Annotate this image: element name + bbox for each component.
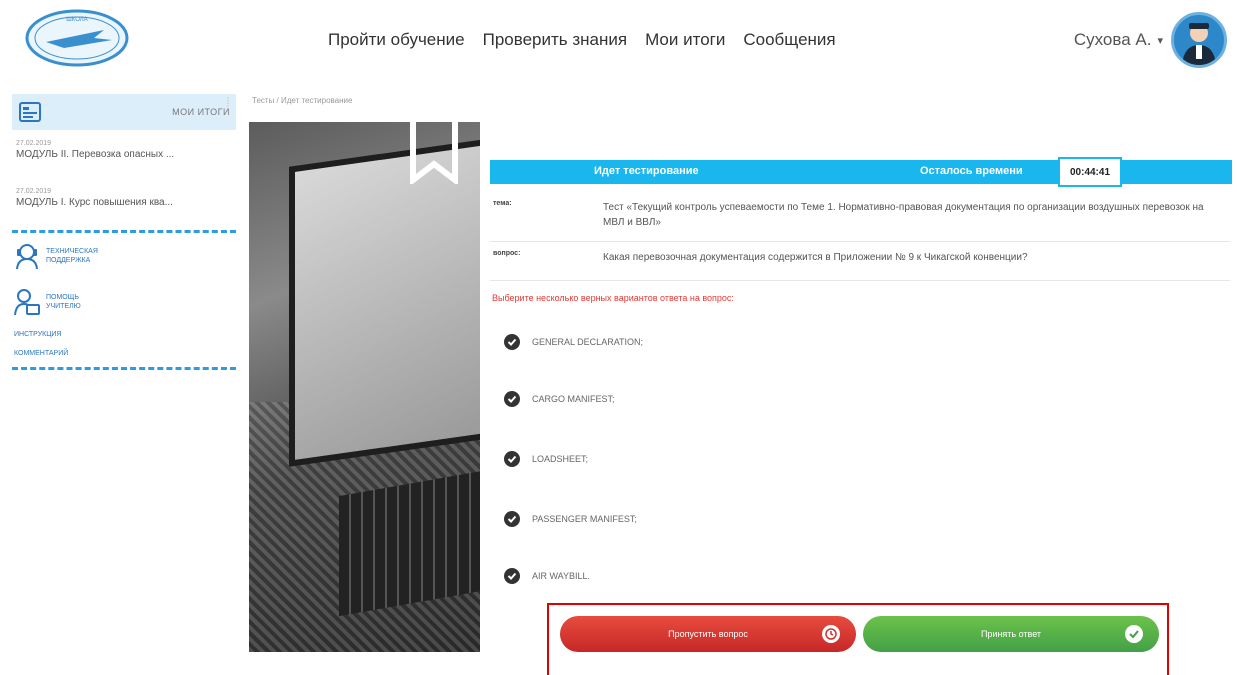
list-item[interactable]: 27.02.2019 МОДУЛЬ I. Курс повышения ква.… [12,178,236,226]
headset-icon [16,244,38,270]
scroll-handle[interactable]: ⋮ ⋮ [224,97,232,113]
svg-text:ШКОЛА: ШКОЛА [66,17,87,23]
breadcrumb[interactable]: Тесты / Идет тестирование [252,96,352,105]
divider [490,241,1230,242]
theme-row: тема: Тест «Текущий контроль успеваемост… [493,200,1223,236]
sidebar-link-tech-support[interactable]: ТЕХНИЧЕСКАЯ ПОДДЕРЖКА [12,233,236,279]
checkbox-check-icon[interactable] [504,334,520,350]
option-label[interactable]: CARGO MANIFEST; [532,394,615,404]
divider [12,367,236,370]
user-menu[interactable]: Сухова А. ▾ [1074,12,1227,68]
option-label[interactable]: AIR WAYBILL. [532,571,590,581]
item-date: 27.02.2019 [16,188,52,195]
list-item[interactable]: 27.02.2019 МОДУЛЬ II. Перевозка опасных … [12,130,236,178]
checkbox-check-icon[interactable] [504,451,520,467]
bookmark-icon [410,122,458,184]
instruction: Выберите несколько верных вариантов отве… [492,293,734,303]
divider [490,280,1230,281]
option-label[interactable]: LOADSHEET; [532,454,588,464]
header: ШКОЛА Пройти обучение Проверить знания М… [0,0,1237,80]
item-date: 27.02.2019 [16,140,52,147]
sidebar: МОИ ИТОГИ ⋮ ⋮ 27.02.2019 МОДУЛЬ II. Перев… [12,94,236,370]
timer: 00:44:41 [1058,157,1122,187]
laptop-photo [249,122,480,652]
item-title: МОДУЛЬ I. Курс повышения ква... [16,197,173,208]
question-value: Какая перевозочная документация содержит… [603,252,1028,263]
pilot-avatar-icon [1182,23,1216,65]
teacher-icon [14,289,40,316]
school-logo[interactable]: ШКОЛА [24,8,130,68]
link-label-line2: УЧИТЕЛЮ [46,303,81,310]
checkbox-check-icon[interactable] [504,511,520,527]
nav-item-training[interactable]: Пройти обучение [328,30,465,50]
link-label-line1: ПОМОЩЬ [46,294,79,301]
checkbox-check-icon[interactable] [504,391,520,407]
photo-laptop-screen [289,137,480,467]
theme-key: тема: [493,200,512,207]
theme-value: Тест «Текущий контроль успеваемости по Т… [603,202,1204,228]
answer-option[interactable]: LOADSHEET; [504,451,588,467]
link-label-line2: ПОДДЕРЖКА [46,257,91,264]
sidebar-link-teacher-help[interactable]: ПОМОЩЬ УЧИТЕЛЮ [12,279,236,325]
link-label-line1: ТЕХНИЧЕСКАЯ [46,248,98,255]
nav-item-my-results[interactable]: Мои итоги [645,30,725,50]
skip-question-button[interactable]: Пропустить вопрос [560,616,856,652]
sidebar-link-instructions[interactable]: ИНСТРУКЦИЯ [12,325,236,344]
option-label[interactable]: PASSENGER MANIFEST; [532,514,637,524]
user-name[interactable]: Сухова А. [1074,30,1152,50]
accept-answer-button[interactable]: Принять ответ [863,616,1159,652]
clock-icon [822,625,840,643]
caret-down-icon[interactable]: ▾ [1157,34,1163,47]
skip-button-label: Пропустить вопрос [668,629,748,639]
time-left-label: Осталось времени [920,165,1023,177]
accept-button-label: Принять ответ [980,629,1042,639]
sidebar-link-comment[interactable]: КОММЕНТАРИЙ [12,344,236,363]
test-status-bar: Идет тестирование Осталось времени 00:44… [490,157,1232,187]
answer-option[interactable]: CARGO MANIFEST; [504,391,615,407]
results-icon [19,102,41,122]
sidebar-header-label: МОИ ИТОГИ [172,107,230,117]
item-title: МОДУЛЬ II. Перевозка опасных ... [16,149,175,160]
nav-item-messages[interactable]: Сообщения [743,30,835,50]
test-status-label: Идет тестирование [594,165,699,177]
question-row: вопрос: Какая перевозочная документация … [493,250,1223,270]
answer-option[interactable]: GENERAL DECLARATION; [504,334,643,350]
avatar[interactable] [1171,12,1227,68]
question-key: вопрос: [493,250,521,257]
nav-item-check-knowledge[interactable]: Проверить знания [483,30,627,50]
answer-option[interactable]: AIR WAYBILL. [504,568,590,584]
sidebar-header[interactable]: МОИ ИТОГИ [12,94,236,130]
main-nav: Пройти обучение Проверить знания Мои ито… [328,30,836,50]
answer-option[interactable]: PASSENGER MANIFEST; [504,511,637,527]
check-icon [1125,625,1143,643]
option-label[interactable]: GENERAL DECLARATION; [532,337,643,347]
checkbox-check-icon[interactable] [504,568,520,584]
